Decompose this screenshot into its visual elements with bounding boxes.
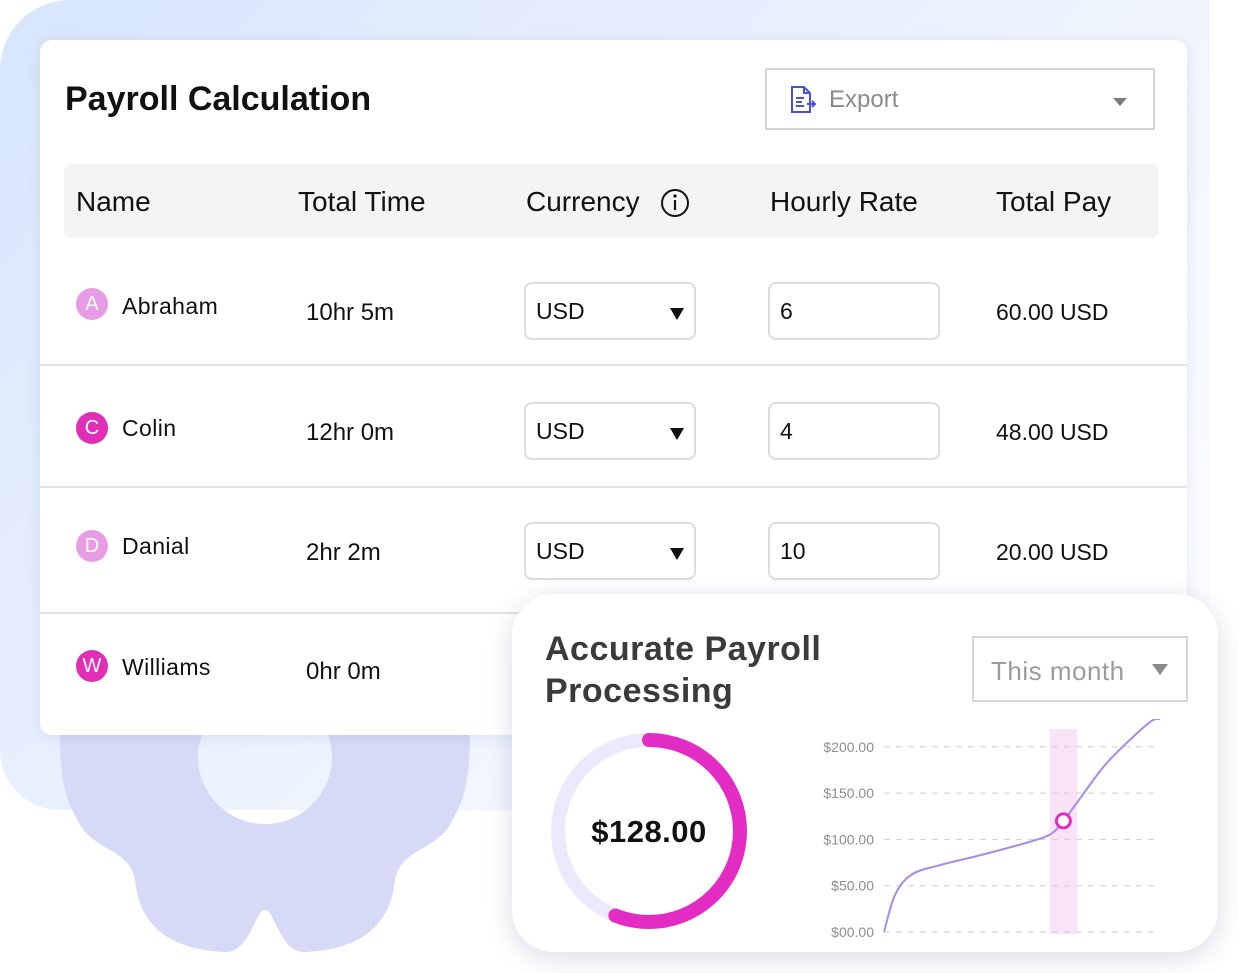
y-tick-label: $100.00 xyxy=(823,831,874,847)
currency-select[interactable]: USD xyxy=(524,402,696,460)
total-time: 12hr 0m xyxy=(306,419,395,446)
avatar: C xyxy=(76,412,108,444)
y-tick-label: $50.00 xyxy=(831,878,874,894)
export-label: Export xyxy=(829,86,899,113)
gear-icon xyxy=(60,700,470,953)
series-line xyxy=(883,719,1161,933)
y-tick-label: $150.00 xyxy=(823,785,874,801)
chevron-down-icon xyxy=(1152,664,1168,675)
period-label: This month xyxy=(991,656,1125,686)
currency-select[interactable]: USD xyxy=(524,522,696,580)
table-header: Name Total Time Currency Hourly Rate Tot… xyxy=(64,164,1158,238)
currency-value: USD xyxy=(536,418,585,444)
column-header-total-pay: Total Pay xyxy=(996,186,1112,217)
table-row: A Abraham 10hr 5m USD 60.00 USD xyxy=(40,244,1187,366)
info-icon[interactable] xyxy=(660,188,690,218)
total-time: 2hr 2m xyxy=(306,539,381,566)
employee-name: Williams xyxy=(122,654,211,680)
highlight-point xyxy=(1054,812,1072,830)
panel-title: Accurate Payroll Processing xyxy=(545,628,885,712)
avatar: D xyxy=(76,530,108,562)
total-pay: 60.00 USD xyxy=(996,299,1109,325)
panel-title-line-2: Processing xyxy=(545,672,734,710)
payroll-summary-panel: Accurate Payroll Processing This month $1… xyxy=(512,594,1218,952)
column-header-hourly-rate: Hourly Rate xyxy=(770,186,918,217)
page-title: Payroll Calculation xyxy=(65,80,372,118)
total-amount: $128.00 xyxy=(591,814,707,849)
period-dropdown[interactable]: This month xyxy=(972,636,1188,702)
document-export-icon xyxy=(791,86,817,113)
column-header-name: Name xyxy=(76,186,151,217)
payroll-line-chart: $00.00 $50.00 $100.00 $150.00 $200.00 xyxy=(823,719,1161,940)
chevron-down-icon xyxy=(1113,98,1127,106)
y-tick-label: $00.00 xyxy=(831,924,874,940)
hourly-rate-input[interactable] xyxy=(768,522,940,580)
employee-name: Abraham xyxy=(122,293,219,319)
dropdown-arrow-icon xyxy=(670,548,684,560)
column-header-total-time: Total Time xyxy=(298,186,426,217)
column-header-currency: Currency xyxy=(526,186,640,217)
employee-name: Colin xyxy=(122,415,177,441)
y-tick-label: $200.00 xyxy=(823,739,874,755)
currency-value: USD xyxy=(536,538,585,564)
hourly-rate-input[interactable] xyxy=(768,402,940,460)
dropdown-arrow-icon xyxy=(670,428,684,440)
currency-select[interactable]: USD xyxy=(524,282,696,340)
total-time: 10hr 5m xyxy=(306,299,395,326)
panel-title-line-1: Accurate Payroll xyxy=(545,630,822,668)
export-dropdown[interactable]: Export xyxy=(765,68,1155,130)
avatar: W xyxy=(76,650,108,682)
dropdown-arrow-icon xyxy=(670,308,684,320)
currency-value: USD xyxy=(536,298,585,324)
table-row: C Colin 12hr 0m USD 48.00 USD xyxy=(40,366,1187,488)
avatar: A xyxy=(76,288,108,320)
employee-name: Danial xyxy=(122,533,190,559)
total-pay: 48.00 USD xyxy=(996,419,1109,445)
total-time: 0hr 0m xyxy=(306,658,381,685)
total-pay: 20.00 USD xyxy=(996,539,1109,565)
hourly-rate-input[interactable] xyxy=(768,282,940,340)
